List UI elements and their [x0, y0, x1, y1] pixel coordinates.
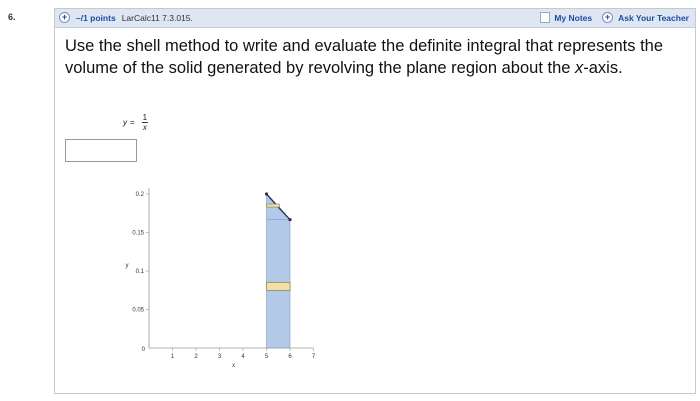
y-tick-label: 0.05 [132, 308, 144, 314]
x-tick-label: 5 [265, 354, 269, 360]
origin-label: 0 [142, 347, 146, 353]
fraction-denominator: x [142, 123, 147, 132]
equation-lhs: y [123, 118, 127, 127]
ask-teacher-link[interactable]: Ask Your Teacher [618, 13, 689, 23]
x-tick-label: 3 [218, 354, 222, 360]
y-tick-label: 0.2 [136, 192, 145, 198]
points-label: –/1 points [76, 12, 116, 23]
header-right: My Notes + Ask Your Teacher [540, 12, 689, 23]
question-header: + –/1 points LarCalc11 7.3.015. My Notes… [55, 9, 695, 28]
question-text: Use the shell method to write and evalua… [65, 35, 675, 79]
header-left: + –/1 points LarCalc11 7.3.015. [59, 12, 193, 23]
x-tick-label: 2 [194, 354, 198, 360]
x-tick-label: 7 [312, 354, 316, 360]
shaded-region [266, 193, 291, 349]
question-panel: + –/1 points LarCalc11 7.3.015. My Notes… [54, 8, 696, 394]
shell-rectangle [266, 282, 291, 291]
curve-endpoint [264, 192, 269, 196]
answer-input[interactable] [65, 139, 137, 162]
expand-plus-icon[interactable]: + [59, 12, 70, 23]
x-axis-label: x [232, 363, 235, 369]
equation-fraction: 1 x [141, 113, 149, 132]
y-tick-label: 0.15 [132, 231, 144, 237]
question-text-part1: Use the shell method to write and evalua… [65, 37, 664, 77]
shell-rectangle [266, 203, 280, 208]
fraction-numerator: 1 [141, 113, 149, 123]
shell-method-plot: 1 2 3 4 5 6 7 0.2 0.15 0.1 0.05 0 x y [126, 188, 316, 369]
notes-icon[interactable] [540, 12, 551, 23]
equation: y = 1 x [123, 113, 149, 132]
x-tick-label: 1 [171, 354, 175, 360]
assignment-id: LarCalc11 7.3.015. [121, 12, 193, 23]
ask-teacher-plus-icon[interactable]: + [602, 12, 614, 23]
equation-equals: = [130, 118, 135, 127]
my-notes-link[interactable]: My Notes [554, 13, 592, 23]
y-tick-label: 0.1 [136, 269, 145, 275]
x-tick-label: 4 [241, 354, 245, 360]
curve-endpoint [288, 218, 292, 222]
question-number: 6. [8, 12, 16, 22]
x-tick-label: 6 [288, 354, 292, 360]
y-axis-label: y [126, 263, 129, 269]
question-text-part2: -axis. [583, 59, 623, 77]
